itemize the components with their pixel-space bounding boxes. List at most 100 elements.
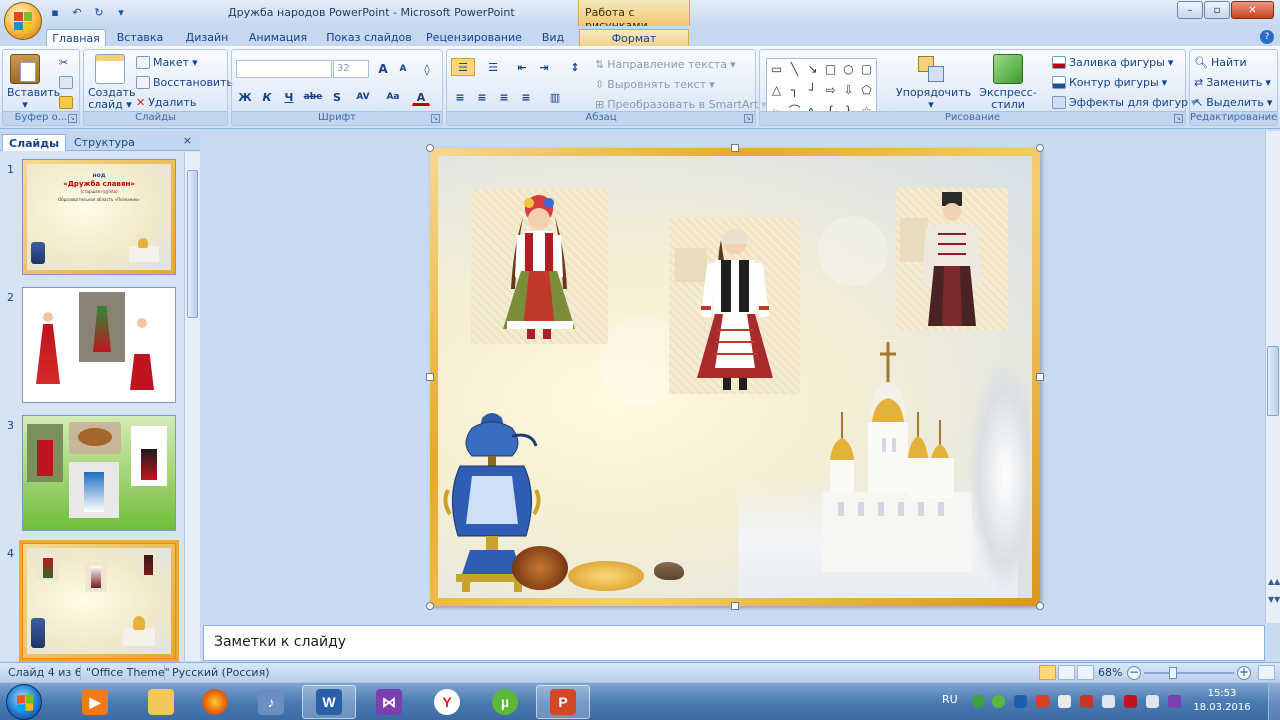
slide-thumbnail-4[interactable] [19, 540, 179, 662]
smartart-button[interactable]: ⊞Преобразовать в SmartArt ▾ [595, 98, 767, 111]
replace-button[interactable]: ⇄ Заменить ▾ [1194, 76, 1271, 89]
next-slide-icon[interactable]: ▼▼ [1268, 595, 1280, 604]
current-slide[interactable] [426, 144, 1044, 610]
qat-customize-icon[interactable]: ▾ [112, 4, 130, 20]
strikethrough-button[interactable]: abe [302, 88, 324, 106]
tab-format[interactable]: Формат [579, 29, 689, 46]
paste-button[interactable]: Вставить ▾ [7, 54, 60, 111]
shadow-button[interactable]: S [328, 88, 346, 106]
zoom-slider-knob[interactable] [1169, 667, 1177, 679]
show-desktop-button[interactable] [1268, 683, 1280, 720]
taskbar-yandex[interactable]: Y [420, 685, 474, 719]
resize-handle-bottom-right[interactable] [1036, 602, 1044, 610]
zoom-slider-track[interactable] [1144, 672, 1234, 674]
resize-handle-right[interactable] [1036, 373, 1044, 381]
rounded-rect-shape-icon[interactable]: ▢ [858, 60, 875, 80]
language-indicator[interactable]: Русский (Россия) [172, 666, 270, 679]
font-name-field[interactable] [236, 60, 332, 78]
fit-to-window-button[interactable] [1258, 665, 1275, 680]
reset-button[interactable]: Восстановить [136, 76, 233, 89]
triangle-shape-icon[interactable]: △ [768, 81, 785, 101]
clipboard-launcher-icon[interactable]: ↘ [68, 114, 77, 123]
font-size-field[interactable]: 32 [333, 60, 369, 78]
scrollbar-thumb[interactable] [1267, 346, 1279, 416]
resize-handle-bottom-left[interactable] [426, 602, 434, 610]
slide-sorter-view-button[interactable] [1058, 665, 1075, 680]
italic-button[interactable]: К [258, 88, 276, 106]
tray-shield-icon[interactable] [1124, 695, 1137, 708]
help-icon[interactable]: ? [1260, 30, 1274, 44]
paragraph-launcher-icon[interactable]: ↘ [744, 114, 753, 123]
right-arrow-shape-icon[interactable]: ⇨ [822, 81, 839, 101]
pentagon-shape-icon[interactable]: ⬠ [858, 81, 875, 101]
redo-icon[interactable]: ↻ [90, 4, 108, 20]
layout-button[interactable]: Макет ▾ [136, 56, 198, 69]
shape-outline-button[interactable]: Контур фигуры ▾ [1052, 76, 1167, 89]
slide-thumbnail-1[interactable]: нод «Дружба славян» (старшая группа) Обр… [22, 159, 176, 275]
increase-indent-button[interactable]: ⇥ [535, 58, 553, 76]
bullets-button[interactable]: ☰ [451, 58, 475, 76]
doll-photo-3[interactable] [896, 188, 1008, 330]
find-button[interactable]: 🔍︎ Найти [1194, 56, 1247, 69]
pane-close-icon[interactable]: × [183, 134, 192, 147]
input-language[interactable]: RU [942, 693, 958, 706]
office-button[interactable] [4, 2, 42, 40]
textbox-shape-icon[interactable]: ▭ [768, 60, 785, 80]
tray-extra-icon[interactable] [1168, 695, 1181, 708]
slide-thumbnail-2[interactable] [22, 287, 176, 403]
connector-shape-icon[interactable]: ┐ [786, 81, 803, 101]
elbow-shape-icon[interactable]: ┘ [804, 81, 821, 101]
undo-icon[interactable]: ↶ [68, 4, 86, 20]
select-button[interactable]: ↖ Выделить ▾ [1194, 96, 1272, 109]
align-left-button[interactable]: ≡ [451, 88, 469, 106]
copy-button[interactable] [59, 76, 73, 89]
shape-fill-button[interactable]: Заливка фигуры ▾ [1052, 56, 1173, 69]
decrease-indent-button[interactable]: ⇤ [513, 58, 531, 76]
justify-button[interactable]: ≡ [517, 88, 535, 106]
maximize-button[interactable]: ▫ [1204, 1, 1230, 19]
clear-format-icon[interactable]: ◊ [418, 60, 436, 78]
resize-handle-left[interactable] [426, 373, 434, 381]
text-direction-button[interactable]: ⇅ Направление текста ▾ [595, 58, 736, 71]
taskbar-sound[interactable]: ♪ [244, 685, 298, 719]
normal-view-button[interactable] [1039, 665, 1056, 680]
numbering-button[interactable]: ☰ [481, 58, 505, 76]
change-case-button[interactable]: Aa [380, 88, 406, 106]
align-center-button[interactable]: ≡ [473, 88, 491, 106]
taskbar-firefox[interactable] [188, 685, 242, 719]
zoom-level[interactable]: 68% [1098, 666, 1122, 679]
save-icon[interactable]: ▪ [46, 4, 64, 20]
resize-handle-top[interactable] [731, 144, 739, 152]
drawing-launcher-icon[interactable]: ↘ [1174, 114, 1183, 123]
tray-app-icon[interactable] [972, 695, 985, 708]
line-shape-icon[interactable]: ╲ [786, 60, 803, 80]
network-icon[interactable] [1146, 695, 1159, 708]
action-center-flag-icon[interactable] [1058, 695, 1071, 708]
shape-effects-button[interactable]: Эффекты для фигур ▾ [1052, 96, 1197, 109]
editor-vertical-scrollbar[interactable]: ▲▲ ▼▼ [1265, 131, 1280, 623]
arrow-line-shape-icon[interactable]: ↘ [804, 60, 821, 80]
taskbar-utorrent[interactable]: µ [478, 685, 532, 719]
resize-handle-top-right[interactable] [1036, 144, 1044, 152]
slides-pane-scrollbar[interactable] [184, 152, 200, 661]
utorrent-tray-icon[interactable] [992, 695, 1005, 708]
bold-button[interactable]: Ж [236, 88, 254, 106]
notes-pane[interactable]: Заметки к слайду [203, 625, 1265, 661]
taskbar-visual-studio[interactable]: ⋈ [362, 685, 416, 719]
arrange-button[interactable]: Упорядочить ▾ [896, 54, 971, 111]
antivirus-icon[interactable] [1036, 695, 1049, 708]
slideshow-view-button[interactable] [1077, 665, 1094, 680]
resize-handle-top-left[interactable] [426, 144, 434, 152]
font-launcher-icon[interactable]: ↘ [431, 114, 440, 123]
prev-slide-icon[interactable]: ▲▲ [1268, 577, 1280, 586]
shrink-font-button[interactable]: A [394, 60, 412, 78]
char-spacing-button[interactable]: AV [350, 88, 376, 106]
align-text-button[interactable]: ⇳ Выровнять текст ▾ [595, 78, 715, 91]
rectangle-shape-icon[interactable]: □ [822, 60, 839, 80]
taskbar-explorer[interactable] [134, 685, 188, 719]
scrollbar-thumb[interactable] [187, 170, 198, 318]
zoom-out-button[interactable]: − [1127, 666, 1141, 680]
tab-home[interactable]: Главная [46, 29, 106, 46]
tab-review[interactable]: Рецензирование [426, 29, 522, 46]
tab-design[interactable]: Дизайн [178, 29, 236, 46]
